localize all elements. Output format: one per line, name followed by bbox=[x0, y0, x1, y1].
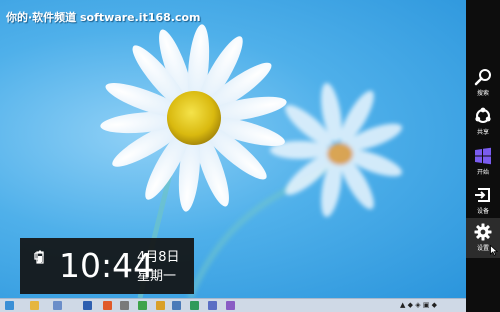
app-icon[interactable] bbox=[83, 301, 92, 310]
charm-label-share: 共享 bbox=[476, 129, 489, 136]
share-icon bbox=[475, 107, 491, 123]
mouse-cursor-icon bbox=[490, 245, 498, 256]
explorer-icon[interactable] bbox=[30, 301, 39, 310]
app-icon[interactable] bbox=[208, 301, 217, 310]
desktop-wallpaper: 你的·软件频道 software.it168.com 10:44 4月8日 星期… bbox=[0, 0, 466, 298]
app-icon[interactable] bbox=[156, 301, 165, 310]
charm-label-search: 搜索 bbox=[476, 90, 489, 97]
app-icon[interactable] bbox=[172, 301, 181, 310]
app-icon[interactable] bbox=[190, 301, 199, 310]
settings-gear-icon bbox=[474, 223, 492, 241]
battery-icon bbox=[33, 250, 47, 282]
charm-label-start: 开始 bbox=[476, 169, 489, 176]
devices-icon bbox=[475, 188, 490, 202]
start-button[interactable] bbox=[5, 301, 14, 310]
windows-logo-icon bbox=[475, 147, 491, 165]
tray-icons[interactable]: ▲ ◆ ◈ ▣ ◆ bbox=[400, 301, 437, 309]
clock-weekday: 星期一 bbox=[137, 269, 177, 284]
taskbar: ▲ ◆ ◈ ▣ ◆ bbox=[0, 298, 466, 312]
charm-search[interactable]: 搜索 bbox=[466, 63, 500, 103]
search-icon bbox=[474, 69, 491, 86]
charm-devices[interactable]: 设备 bbox=[466, 181, 500, 221]
app-icon[interactable] bbox=[226, 301, 235, 310]
app-icon[interactable] bbox=[53, 301, 62, 310]
lock-clock-panel: 10:44 4月8日 星期一 bbox=[20, 238, 194, 294]
charm-start[interactable]: 开始 bbox=[466, 142, 500, 182]
charm-label-devices: 设备 bbox=[476, 208, 489, 215]
charm-share[interactable]: 共享 bbox=[466, 102, 500, 142]
app-icon[interactable] bbox=[103, 301, 112, 310]
clock-date: 4月8日 bbox=[137, 250, 180, 265]
charms-bar: 搜索 共享 开始 设备 设置 bbox=[466, 0, 500, 312]
app-icon[interactable] bbox=[138, 301, 147, 310]
app-icon[interactable] bbox=[120, 301, 129, 310]
watermark-text: 你的·软件频道 software.it168.com bbox=[6, 11, 201, 24]
